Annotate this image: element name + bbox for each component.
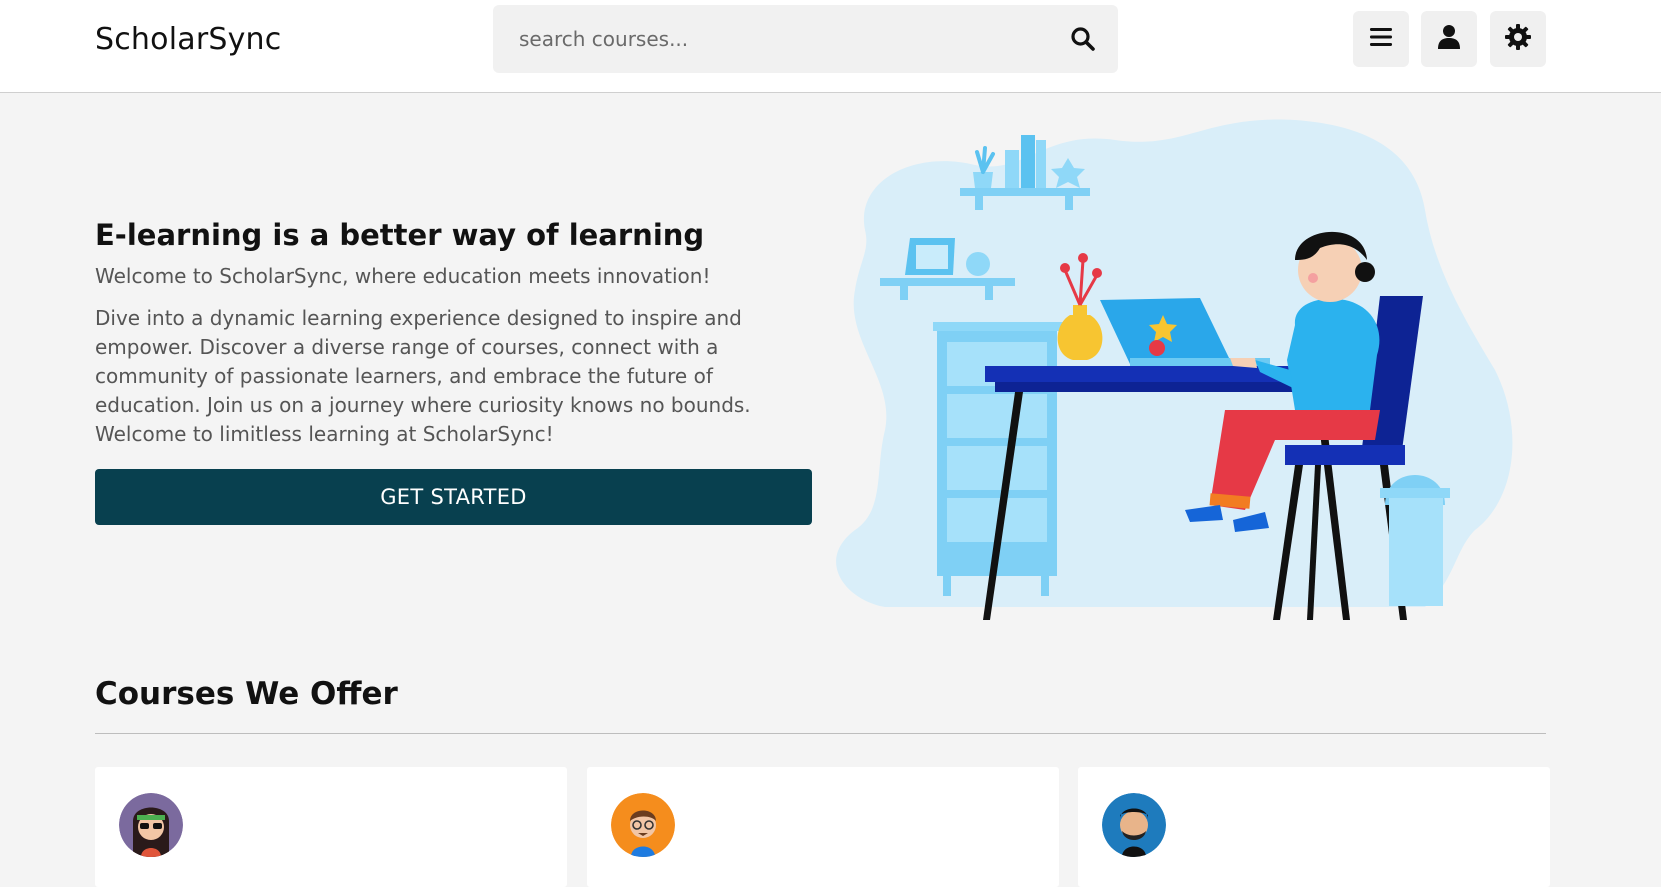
hero-illustration bbox=[825, 110, 1555, 630]
search-input[interactable] bbox=[493, 5, 1053, 73]
gear-icon bbox=[1504, 23, 1532, 55]
menu-button[interactable] bbox=[1353, 11, 1409, 67]
search-icon[interactable] bbox=[1068, 24, 1098, 54]
course-card[interactable] bbox=[95, 767, 567, 887]
hero-description: Dive into a dynamic learning experience … bbox=[95, 306, 751, 446]
courses-section-title: Courses We Offer bbox=[95, 676, 398, 712]
user-button[interactable] bbox=[1421, 11, 1477, 67]
search-bar bbox=[493, 5, 1118, 73]
instructor-avatar bbox=[1102, 793, 1166, 857]
menu-icon bbox=[1369, 26, 1393, 52]
course-card[interactable] bbox=[1078, 767, 1550, 887]
hero-subtitle: Welcome to ScholarSync, where education … bbox=[95, 264, 711, 288]
settings-button[interactable] bbox=[1490, 11, 1546, 67]
instructor-avatar bbox=[611, 793, 675, 857]
instructor-avatar bbox=[119, 793, 183, 857]
site-logo[interactable]: ScholarSync bbox=[95, 22, 281, 57]
section-divider bbox=[95, 733, 1546, 734]
hero-title: E-learning is a better way of learning bbox=[95, 218, 705, 252]
site-header: ScholarSync bbox=[0, 0, 1661, 93]
user-icon bbox=[1437, 24, 1461, 54]
get-started-button[interactable]: GET STARTED bbox=[95, 469, 812, 525]
course-card[interactable] bbox=[587, 767, 1059, 887]
